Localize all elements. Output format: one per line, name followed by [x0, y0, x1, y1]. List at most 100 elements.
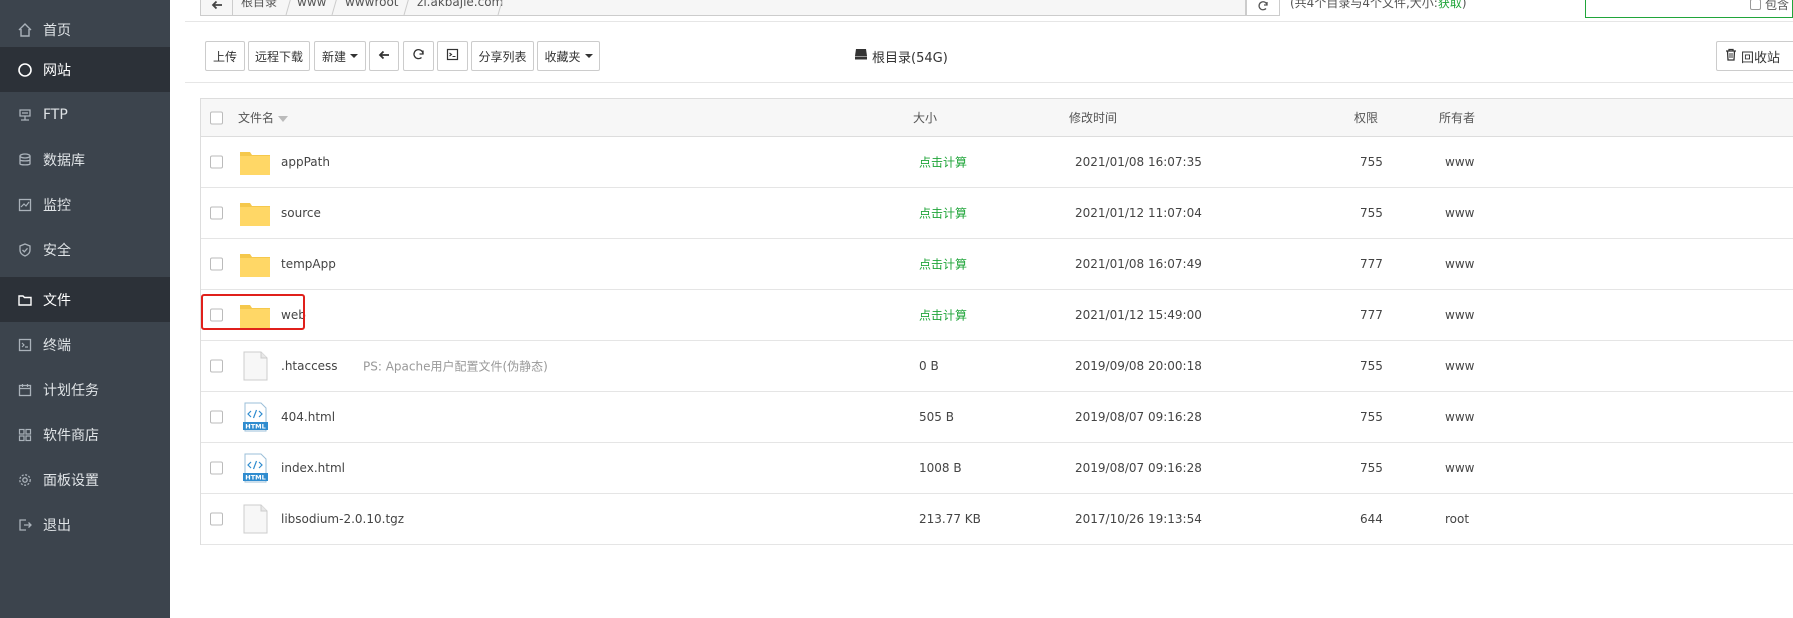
- file-owner[interactable]: www: [1445, 206, 1474, 220]
- path-back-button[interactable]: [201, 0, 233, 15]
- row-checkbox[interactable]: [210, 461, 223, 475]
- column-header-name-label: 文件名: [238, 111, 275, 125]
- file-owner[interactable]: www: [1445, 155, 1474, 169]
- column-header-mtime[interactable]: 修改时间: [1069, 99, 1117, 137]
- row-checkbox[interactable]: [210, 206, 223, 220]
- file-permission[interactable]: 755: [1360, 461, 1383, 475]
- row-checkbox[interactable]: [210, 359, 223, 373]
- table-row[interactable]: libsodium-2.0.10.tgz 213.77 KB 2017/10/2…: [201, 494, 1793, 545]
- ftp-icon: [17, 107, 33, 123]
- file-permission[interactable]: 755: [1360, 155, 1383, 169]
- breadcrumb-www[interactable]: www: [297, 0, 326, 15]
- sidebar-item-settings[interactable]: 面板设置: [0, 457, 170, 502]
- sidebar-item-files[interactable]: 文件: [0, 277, 170, 322]
- calculate-size-link[interactable]: 点击计算: [919, 256, 967, 273]
- new-dropdown-button[interactable]: 新建: [314, 41, 366, 71]
- breadcrumb-root[interactable]: 根目录: [241, 0, 277, 15]
- calculate-size-link[interactable]: 点击计算: [919, 205, 967, 222]
- recycle-bin-button[interactable]: 回收站: [1716, 41, 1793, 71]
- column-header-name[interactable]: 文件名: [238, 99, 289, 137]
- directory-summary-suffix: ): [1461, 0, 1467, 10]
- sidebar-item-appstore[interactable]: 软件商店: [0, 412, 170, 457]
- include-subdir-checkbox[interactable]: 包含: [1750, 0, 1789, 13]
- path-bar[interactable]: 根目录 www wwwroot zf.akbajie.com: [200, 0, 1246, 16]
- sidebar-item-terminal[interactable]: 终端: [0, 322, 170, 367]
- table-row[interactable]: source 点击计算 2021/01/12 11:07:04 755 www: [201, 188, 1793, 239]
- sidebar-item-label: 监控: [43, 197, 71, 214]
- sidebar-item-label: 软件商店: [43, 427, 99, 444]
- file-name[interactable]: source: [281, 206, 321, 220]
- file-name[interactable]: .htaccess: [281, 359, 338, 373]
- row-checkbox[interactable]: [210, 155, 223, 169]
- row-checkbox[interactable]: [210, 257, 223, 271]
- breadcrumb-wwwroot[interactable]: wwwroot: [345, 0, 399, 15]
- shield-icon: [17, 242, 33, 258]
- file-note: PS: Apache用户配置文件(伪静态): [363, 359, 548, 374]
- new-label: 新建: [321, 49, 346, 64]
- file-owner[interactable]: www: [1445, 257, 1474, 271]
- file-owner[interactable]: www: [1445, 359, 1474, 373]
- upload-button[interactable]: 上传: [205, 41, 245, 71]
- sidebar-item-website[interactable]: 网站: [0, 47, 170, 92]
- table-row[interactable]: web 点击计算 2021/01/12 15:49:00 777 www: [201, 290, 1793, 341]
- remote-download-button[interactable]: 远程下载: [248, 41, 310, 71]
- hard-disk-icon: [854, 48, 868, 64]
- sidebar-item-label: 安全: [43, 242, 71, 259]
- apps-icon: [17, 427, 33, 443]
- folder-icon: [239, 249, 271, 279]
- sidebar-item-logout[interactable]: 退出: [0, 502, 170, 547]
- file-icon: [239, 351, 271, 381]
- table-row[interactable]: tempApp 点击计算 2021/01/08 16:07:49 777 www: [201, 239, 1793, 290]
- calculate-size-link[interactable]: 点击计算: [919, 307, 967, 324]
- share-list-button[interactable]: 分享列表: [471, 41, 534, 71]
- file-name[interactable]: appPath: [281, 155, 330, 169]
- table-row[interactable]: appPath 点击计算 2021/01/08 16:07:35 755 www: [201, 137, 1793, 188]
- file-size: 505 B: [919, 410, 954, 424]
- column-header-perm[interactable]: 权限: [1354, 99, 1378, 137]
- highlight-box: [201, 294, 305, 330]
- path-refresh-button[interactable]: [1246, 0, 1280, 16]
- column-header-owner[interactable]: 所有者: [1439, 99, 1475, 137]
- file-name[interactable]: 404.html: [281, 410, 335, 424]
- get-size-link[interactable]: 获取: [1438, 0, 1462, 10]
- sidebar-item-monitor[interactable]: 监控: [0, 182, 170, 227]
- file-name[interactable]: libsodium-2.0.10.tgz: [281, 512, 404, 526]
- file-name[interactable]: tempApp: [281, 257, 336, 271]
- file-owner[interactable]: root: [1445, 512, 1469, 526]
- row-checkbox[interactable]: [210, 512, 223, 526]
- sidebar-item-ftp[interactable]: FTP: [0, 92, 170, 137]
- file-permission[interactable]: 777: [1360, 257, 1383, 271]
- sidebar-item-label: 面板设置: [43, 472, 99, 489]
- sidebar-item-cron[interactable]: 计划任务: [0, 367, 170, 412]
- file-permission[interactable]: 644: [1360, 512, 1383, 526]
- file-name[interactable]: index.html: [281, 461, 345, 475]
- disk-selector[interactable]: 根目录(54G): [854, 41, 948, 71]
- sidebar-item-security[interactable]: 安全: [0, 227, 170, 272]
- file-permission[interactable]: 755: [1360, 410, 1383, 424]
- file-icon: [239, 504, 271, 534]
- file-owner[interactable]: www: [1445, 308, 1474, 322]
- breadcrumb-site[interactable]: zf.akbajie.com: [417, 0, 503, 15]
- calculate-size-link[interactable]: 点击计算: [919, 154, 967, 171]
- table-row[interactable]: HTML 404.html 505 B 2019/08/07 09:16:28 …: [201, 392, 1793, 443]
- file-owner[interactable]: www: [1445, 461, 1474, 475]
- refresh-button[interactable]: [403, 41, 434, 71]
- row-checkbox[interactable]: [210, 410, 223, 424]
- file-permission[interactable]: 755: [1360, 206, 1383, 220]
- terminal-button[interactable]: [437, 41, 468, 71]
- favorites-dropdown-button[interactable]: 收藏夹: [537, 41, 600, 71]
- table-row[interactable]: HTML index.html 1008 B 2019/08/07 09:16:…: [201, 443, 1793, 494]
- file-permission[interactable]: 755: [1360, 359, 1383, 373]
- select-all-checkbox[interactable]: [210, 111, 223, 124]
- column-header-size[interactable]: 大小: [913, 99, 937, 137]
- checkbox-box[interactable]: [1750, 0, 1761, 10]
- file-permission[interactable]: 777: [1360, 308, 1383, 322]
- sidebar-item-database[interactable]: 数据库: [0, 137, 170, 182]
- back-button[interactable]: [369, 41, 399, 71]
- file-mtime: 2021/01/08 16:07:35: [1075, 155, 1202, 169]
- breadcrumb-separator: [403, 0, 409, 15]
- table-row[interactable]: .htaccess PS: Apache用户配置文件(伪静态) 0 B 2019…: [201, 341, 1793, 392]
- arrow-left-icon: [211, 0, 223, 14]
- file-owner[interactable]: www: [1445, 410, 1474, 424]
- sidebar-item-home[interactable]: 首页: [0, 7, 170, 52]
